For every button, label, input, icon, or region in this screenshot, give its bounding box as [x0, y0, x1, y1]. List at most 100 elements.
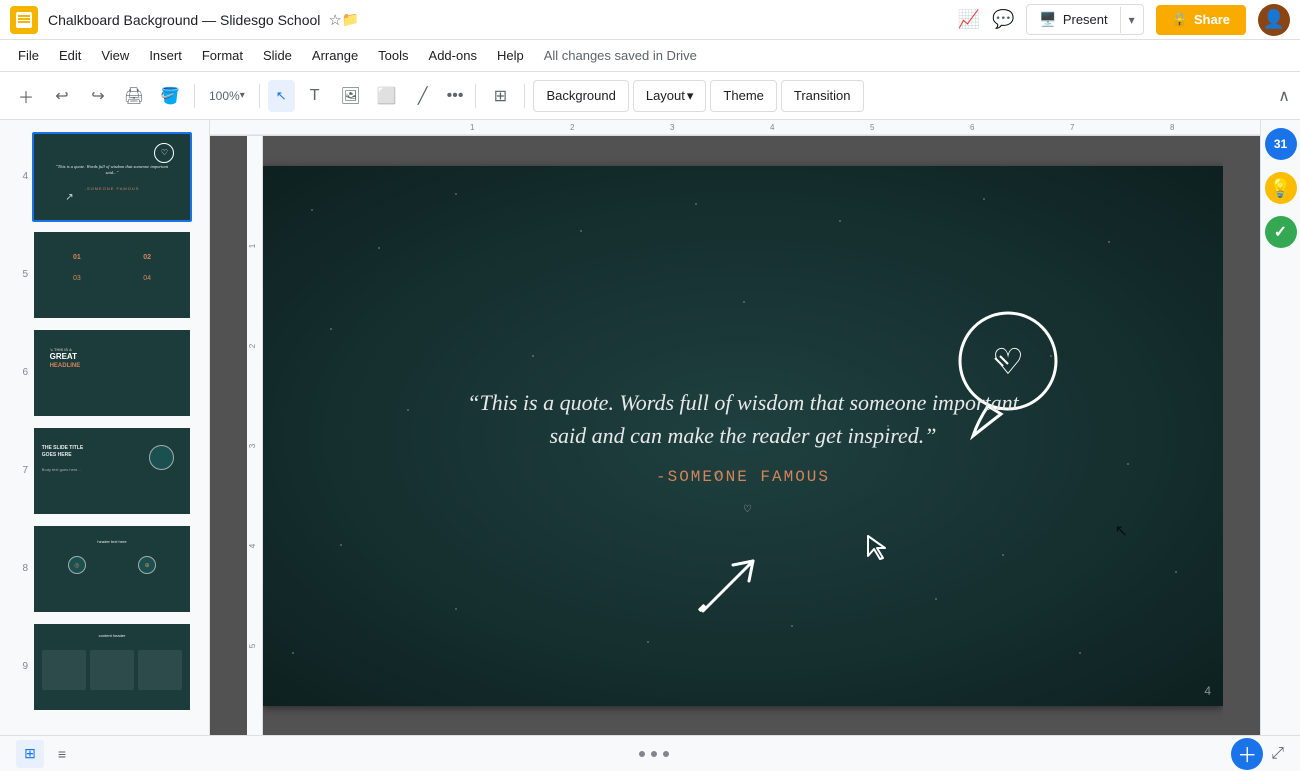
heart-2: ♡ [743, 504, 752, 515]
menu-help[interactable]: Help [489, 44, 532, 67]
expand-button[interactable]: ⤢ [1271, 745, 1284, 763]
lock-icon: 🔒 [1172, 12, 1188, 28]
background-button[interactable]: Background [533, 80, 628, 112]
undo-button[interactable]: ↩ [46, 80, 78, 112]
svg-text:4: 4 [770, 123, 775, 132]
layout-button[interactable]: Layout ▾ [633, 80, 707, 112]
svg-text:3: 3 [248, 443, 257, 448]
check-icon[interactable]: ✓ [1265, 216, 1297, 248]
line-button[interactable]: ╱ [407, 80, 439, 112]
main-content: 4 ♡ "This is a quote. Words full of wisd… [0, 120, 1300, 735]
folder-icon[interactable]: 📁 [342, 11, 359, 28]
quote-container: “This is a quote. Words full of wisdom t… [453, 386, 1033, 486]
vertical-ruler: 1 2 3 4 5 [247, 136, 263, 735]
bottom-bar: ⊞ ≡ ＋ ⤢ [0, 735, 1300, 771]
slides-panel: 4 ♡ "This is a quote. Words full of wisd… [0, 120, 210, 735]
lightbulb-icon[interactable]: 💡 [1265, 172, 1297, 204]
menu-edit[interactable]: Edit [51, 44, 89, 67]
print-button[interactable]: 🖨 [118, 80, 150, 112]
menu-view[interactable]: View [93, 44, 137, 67]
text-box-button[interactable]: T [299, 80, 331, 112]
more-tools-button[interactable]: ••• [443, 80, 468, 112]
analytics-icon[interactable]: 📈 [958, 9, 980, 30]
svg-text:3: 3 [670, 123, 675, 132]
user-avatar[interactable]: 👤 [1258, 4, 1290, 36]
select-tool-button[interactable]: ↖ [268, 80, 295, 112]
comment-icon[interactable]: 💬 [992, 9, 1014, 30]
shape-button[interactable]: ⬜ [371, 80, 403, 112]
grid-view-button[interactable]: ⊞ [16, 740, 44, 768]
bottom-right: ＋ ⤢ [1231, 738, 1284, 770]
slide-thumb-8: header text here ◎ ⊕ [32, 524, 192, 614]
document-title: Chalkboard Background — Slidesgo School [48, 12, 320, 28]
menu-tools[interactable]: Tools [370, 44, 416, 67]
slide-thumb-5: 0102 0304 [32, 230, 192, 320]
svg-text:4: 4 [248, 543, 257, 548]
theme-button[interactable]: Theme [710, 80, 776, 112]
zoom-button[interactable]: 100% ▾ [203, 80, 251, 112]
grid-view-icon: ⊞ [24, 745, 36, 762]
right-sidebar: 31 💡 ✓ [1260, 120, 1300, 735]
calendar-icon[interactable]: 31 [1265, 128, 1297, 160]
list-view-icon: ≡ [58, 746, 66, 762]
slide-item-5[interactable]: 5 0102 0304 [0, 226, 209, 324]
present-dropdown-arrow[interactable]: ▾ [1120, 7, 1143, 33]
slide-item-7[interactable]: 7 THE SLIDE TITLEGOES HERE Body text goe… [0, 422, 209, 520]
menu-arrange[interactable]: Arrange [304, 44, 366, 67]
slide-item-9[interactable]: 9 content header [0, 618, 209, 716]
autosave-status: All changes saved in Drive [544, 48, 697, 63]
quote-author: -SOMEONE FAMOUS [453, 468, 1033, 486]
cursor-doodle [863, 531, 893, 566]
monitor-icon: 🖥️ [1039, 11, 1056, 28]
quote-text: “This is a quote. Words full of wisdom t… [453, 386, 1033, 452]
mouse-cursor: ↖ [1115, 521, 1128, 541]
canvas-row: 1 2 3 4 5 [247, 136, 1223, 735]
slide-canvas-wrapper[interactable]: ♡ ♡ ♡ ♡ ♡ ♡ ♡ [263, 136, 1223, 735]
transition-button[interactable]: Transition [781, 80, 864, 112]
slide-item-6[interactable]: 6 ↘ THIS IS A GREAT HEADLINE [0, 324, 209, 422]
slide-thumb-7: THE SLIDE TITLEGOES HERE Body text goes … [32, 426, 192, 516]
slide-item-4[interactable]: 4 ♡ "This is a quote. Words full of wisd… [0, 128, 209, 226]
arrow-doodle [693, 551, 763, 626]
add-slide-tb-button[interactable]: ＋ [10, 80, 42, 112]
zoom-label: 100% [209, 89, 240, 103]
bottom-center-dots [92, 751, 1215, 757]
svg-text:8: 8 [1170, 123, 1175, 132]
collapse-toolbar-button[interactable]: ∧ [1278, 86, 1290, 106]
menu-file[interactable]: File [10, 44, 47, 67]
svg-text:2: 2 [570, 123, 575, 132]
horizontal-ruler: 1 2 3 4 5 6 7 8 9 [210, 120, 1260, 136]
menu-addons[interactable]: Add-ons [421, 44, 485, 67]
slide-thumb-4: ♡ "This is a quote. Words full of wisdom… [32, 132, 192, 222]
slide-item-8[interactable]: 8 header text here ◎ ⊕ [0, 520, 209, 618]
cursor-icon: ↖ [276, 88, 287, 104]
share-button[interactable]: 🔒 Share [1156, 5, 1246, 35]
divider-2 [259, 84, 260, 108]
add-slide-bottom-button[interactable]: ＋ [1231, 738, 1263, 770]
svg-text:♡: ♡ [992, 341, 1024, 382]
layout-dropdown-icon: ▾ [687, 88, 694, 104]
title-right: 📈 💬 🖥️ Present ▾ 🔒 Share 👤 [958, 4, 1290, 36]
svg-text:5: 5 [248, 643, 257, 648]
share-label: Share [1194, 12, 1230, 27]
list-view-button[interactable]: ≡ [48, 740, 76, 768]
svg-text:2: 2 [248, 343, 257, 348]
menu-format[interactable]: Format [194, 44, 251, 67]
present-label: Present [1063, 12, 1108, 27]
zoom-dropdown-icon: ▾ [240, 90, 245, 101]
star-icon[interactable]: ☆ [328, 11, 341, 29]
menu-bar: File Edit View Insert Format Slide Arran… [0, 40, 1300, 72]
paint-format-button[interactable]: 🪣 [154, 80, 186, 112]
add-content-button[interactable]: ⊞ [484, 80, 516, 112]
redo-button[interactable]: ↪ [82, 80, 114, 112]
image-button[interactable]: 🖼 [335, 80, 367, 112]
svg-text:5: 5 [870, 123, 875, 132]
toolbar: ＋ ↩ ↪ 🖨 🪣 100% ▾ ↖ T 🖼 ⬜ ╱ ••• ⊞ Backgro… [0, 72, 1300, 120]
menu-slide[interactable]: Slide [255, 44, 300, 67]
present-button[interactable]: 🖥️ Present ▾ [1026, 4, 1143, 35]
title-bar: Chalkboard Background — Slidesgo School … [0, 0, 1300, 40]
svg-text:6: 6 [970, 123, 975, 132]
slide-thumb-9: content header [32, 622, 192, 712]
svg-text:1: 1 [470, 123, 475, 132]
menu-insert[interactable]: Insert [141, 44, 190, 67]
